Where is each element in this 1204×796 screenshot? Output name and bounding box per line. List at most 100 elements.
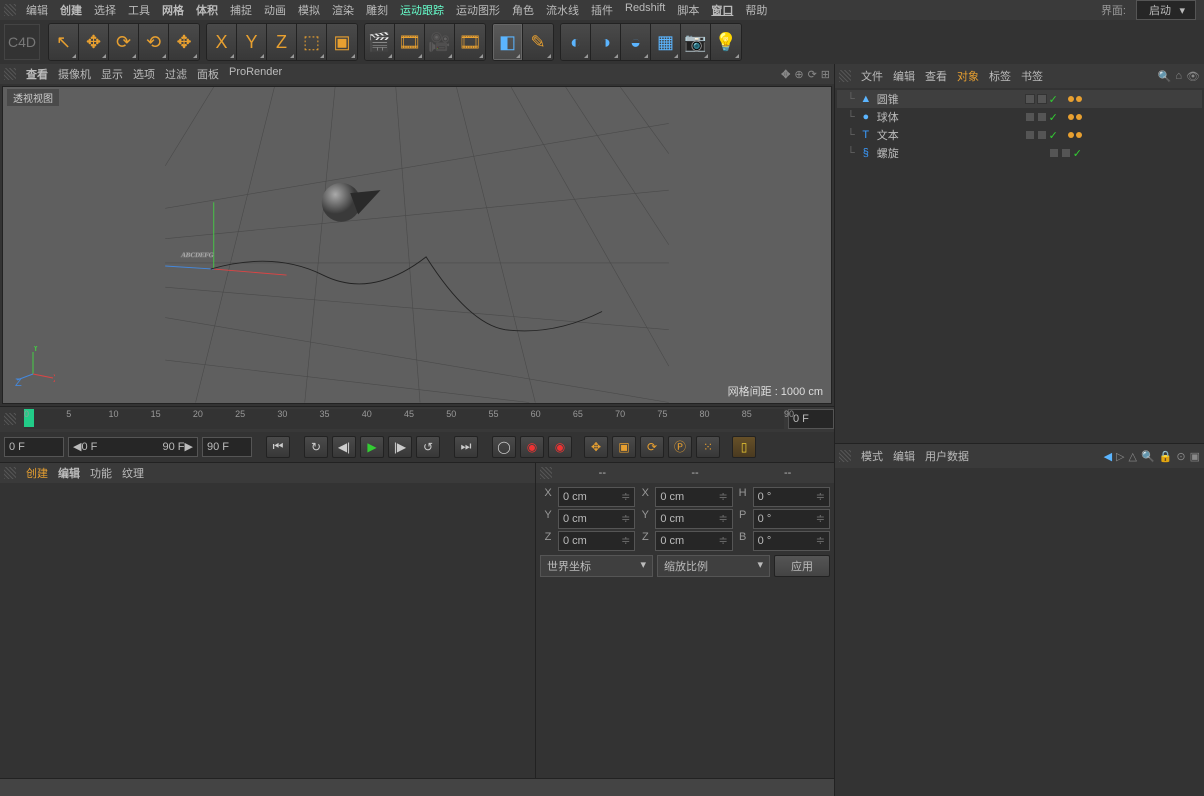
menu-编辑[interactable]: 编辑 xyxy=(20,0,54,20)
tool-button[interactable]: ✥ xyxy=(79,24,109,60)
key-scale-button[interactable]: ▣ xyxy=(612,436,636,458)
fwd-icon[interactable]: ▷ xyxy=(1116,450,1124,463)
tool-button[interactable]: ⬚ xyxy=(297,24,327,60)
coord-scale-dropdown[interactable]: 缩放比例▾ xyxy=(657,555,770,577)
rec-button[interactable]: ◉ xyxy=(520,436,544,458)
tool-button[interactable]: 🎞 xyxy=(455,24,485,60)
perspective-viewport[interactable]: 透视视图 xyxy=(2,86,832,404)
coord-Z-cv[interactable]: 0 °≑ xyxy=(753,531,830,551)
tool-button[interactable]: 💡 xyxy=(711,24,741,60)
timeline-end[interactable]: 0 F xyxy=(788,409,834,429)
obj-tab-tags[interactable]: 标签 xyxy=(989,68,1011,84)
rec-off-button[interactable]: ◯ xyxy=(492,436,516,458)
lock-icon[interactable]: 🔒 xyxy=(1159,450,1173,463)
tool-button[interactable]: 📷 xyxy=(681,24,711,60)
search-icon[interactable]: 🔍 xyxy=(1141,450,1155,463)
coord-Z-av[interactable]: 0 cm≑ xyxy=(558,531,635,551)
vp-menu-显示[interactable]: 显示 xyxy=(101,66,123,82)
menu-流水线[interactable]: 流水线 xyxy=(540,0,585,20)
target-icon[interactable]: ⊙ xyxy=(1176,450,1185,463)
coord-Z-bv[interactable]: 0 cm≑ xyxy=(655,531,732,551)
menu-工具[interactable]: 工具 xyxy=(122,0,156,20)
attr-tab-user[interactable]: 用户数据 xyxy=(925,448,969,464)
tool-button[interactable]: ◐ xyxy=(561,24,591,60)
apply-button[interactable]: 应用 xyxy=(774,555,830,577)
vp-layout-icon[interactable]: ⊞ xyxy=(821,68,830,81)
current-frame[interactable]: 0 F xyxy=(4,437,64,457)
key-rot-button[interactable]: ⟳ xyxy=(640,436,664,458)
menu-创建[interactable]: 创建 xyxy=(54,0,88,20)
menu-帮助[interactable]: 帮助 xyxy=(739,0,773,20)
tool-button[interactable]: ▦ xyxy=(651,24,681,60)
tool-button[interactable]: ↖ xyxy=(49,24,79,60)
vp-menu-ProRender[interactable]: ProRender xyxy=(229,66,282,82)
vp-menu-面板[interactable]: 面板 xyxy=(197,66,219,82)
vp-menu-选项[interactable]: 选项 xyxy=(133,66,155,82)
loop-button[interactable]: ↻ xyxy=(304,436,328,458)
vp-menu-过滤[interactable]: 过滤 xyxy=(165,66,187,82)
vp-menu-查看[interactable]: 查看 xyxy=(26,66,48,82)
menu-脚本[interactable]: 脚本 xyxy=(671,0,705,20)
coord-Y-cv[interactable]: 0 °≑ xyxy=(753,509,830,529)
menu-运动图形[interactable]: 运动图形 xyxy=(450,0,506,20)
vp-zoom-icon[interactable]: ⊕ xyxy=(794,68,803,81)
tool-button[interactable]: ⟲ xyxy=(139,24,169,60)
key-pla-button[interactable]: ⁙ xyxy=(696,436,720,458)
object-row-球体[interactable]: └●球体✓ xyxy=(837,108,1202,126)
menu-网格[interactable]: 网格 xyxy=(156,0,190,20)
coord-X-av[interactable]: 0 cm≑ xyxy=(558,487,635,507)
tool-button[interactable]: ⟳ xyxy=(109,24,139,60)
tool-button[interactable]: ▣ xyxy=(327,24,357,60)
coord-space-dropdown[interactable]: 世界坐标▾ xyxy=(540,555,653,577)
next-frame-button[interactable]: |▶ xyxy=(388,436,412,458)
coord-X-cv[interactable]: 0 °≑ xyxy=(753,487,830,507)
attr-tab-edit[interactable]: 编辑 xyxy=(893,448,915,464)
range-box[interactable]: ◀0 F90 F▶ xyxy=(68,437,198,457)
layout-dropdown[interactable]: 启动 ▾ xyxy=(1136,0,1196,20)
obj-tab-bookmarks[interactable]: 书签 xyxy=(1021,68,1043,84)
menu-插件[interactable]: 插件 xyxy=(585,0,619,20)
menu-捕捉[interactable]: 捕捉 xyxy=(224,0,258,20)
tool-button[interactable]: ◑ xyxy=(591,24,621,60)
range-end[interactable]: 90 F xyxy=(202,437,252,457)
obj-tab-view[interactable]: 查看 xyxy=(925,68,947,84)
autokey-button[interactable]: ◉ xyxy=(548,436,572,458)
play-button[interactable]: ▶ xyxy=(360,436,384,458)
tool-button[interactable]: 🎥 xyxy=(425,24,455,60)
vp-rotate-icon[interactable]: ⟳ xyxy=(808,68,817,81)
mat-tab-edit[interactable]: 编辑 xyxy=(58,465,80,481)
eye-icon[interactable]: 👁 xyxy=(1186,70,1200,83)
menu-Redshift[interactable]: Redshift xyxy=(619,0,671,20)
tool-button[interactable]: Z xyxy=(267,24,297,60)
tool-button[interactable]: ✎ xyxy=(523,24,553,60)
vp-menu-摄像机[interactable]: 摄像机 xyxy=(58,66,91,82)
attr-tab-mode[interactable]: 模式 xyxy=(861,448,883,464)
menu-角色[interactable]: 角色 xyxy=(506,0,540,20)
loop2-button[interactable]: ↺ xyxy=(416,436,440,458)
back-icon[interactable]: ◀ xyxy=(1104,450,1112,463)
key-param-button[interactable]: Ⓟ xyxy=(668,436,692,458)
menu-模拟[interactable]: 模拟 xyxy=(292,0,326,20)
menu-运动跟踪[interactable]: 运动跟踪 xyxy=(394,0,450,20)
menu-窗口[interactable]: 窗口 xyxy=(705,0,739,20)
coord-X-bv[interactable]: 0 cm≑ xyxy=(655,487,732,507)
obj-tab-file[interactable]: 文件 xyxy=(861,68,883,84)
prev-frame-button[interactable]: ◀| xyxy=(332,436,356,458)
menu-雕刻[interactable]: 雕刻 xyxy=(360,0,394,20)
home-icon[interactable]: ⌂ xyxy=(1175,70,1182,83)
tool-button[interactable]: ✥ xyxy=(169,24,199,60)
new-icon[interactable]: ▣ xyxy=(1190,450,1200,463)
tool-button[interactable]: ◒ xyxy=(621,24,651,60)
coord-Y-av[interactable]: 0 cm≑ xyxy=(558,509,635,529)
menu-动画[interactable]: 动画 xyxy=(258,0,292,20)
menu-选择[interactable]: 选择 xyxy=(88,0,122,20)
obj-tab-objects[interactable]: 对象 xyxy=(957,68,979,84)
obj-tab-edit[interactable]: 编辑 xyxy=(893,68,915,84)
fcurve-button[interactable]: ▯ xyxy=(732,436,756,458)
tool-button[interactable]: 🎬 xyxy=(365,24,395,60)
menu-渲染[interactable]: 渲染 xyxy=(326,0,360,20)
coord-Y-bv[interactable]: 0 cm≑ xyxy=(655,509,732,529)
object-row-圆锥[interactable]: └▲圆锥✓ xyxy=(837,90,1202,108)
tool-button[interactable]: 🎞 xyxy=(395,24,425,60)
mat-tab-func[interactable]: 功能 xyxy=(90,465,112,481)
